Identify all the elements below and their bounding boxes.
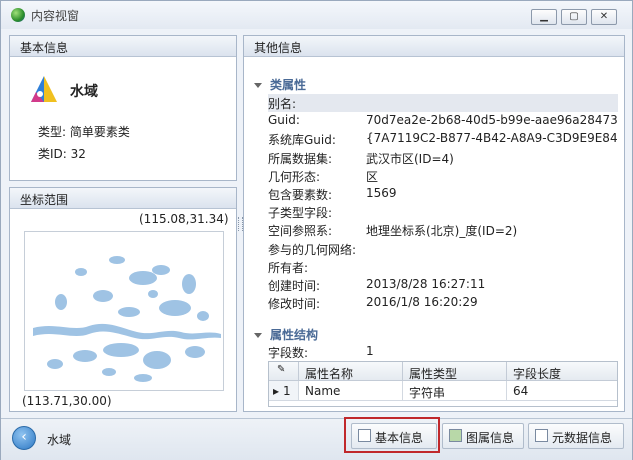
property-value: 武汉市区(ID=4)	[366, 151, 454, 166]
grid-header-length[interactable]: 字段长度	[507, 362, 617, 381]
restore-icon: ▢	[569, 11, 579, 22]
property-value: {7A7119C2-B877-4B42-A8A9-C3D9E9E84C...	[366, 131, 618, 146]
property-row[interactable]: 系统库Guid: {7A7119C2-B877-4B42-A8A9-C3D9E9E…	[268, 130, 618, 148]
property-value: 70d7ea2e-2b68-40d5-b99e-aae96a284733	[366, 113, 618, 128]
metadata-button-label: 元数据信息	[552, 431, 613, 445]
grid-cell-name[interactable]: Name	[299, 381, 403, 401]
property-row[interactable]: 参与的几何网络:	[268, 240, 618, 258]
grid-header-label: 字段长度	[513, 367, 562, 381]
extent-header: 坐标范围	[10, 188, 236, 209]
property-key: 子类型字段:	[268, 206, 333, 221]
property-row[interactable]: 所属数据集: 武汉市区(ID=4)	[268, 149, 618, 167]
property-row[interactable]: 所有者:	[268, 258, 618, 276]
extent-top-right: (115.08,31.34)	[139, 212, 229, 226]
content-window: 内容视窗 ▁ ▢ ✕ 基本信息 水域 类型: 简单要素类 类ID: 32 坐标范…	[0, 0, 633, 460]
grid-row-index: 1	[283, 384, 291, 398]
collapse-arrow-icon	[254, 333, 262, 338]
basic-info-panel: 基本信息 水域 类型: 简单要素类 类ID: 32	[9, 35, 237, 181]
property-row[interactable]: 几何形态: 区	[268, 167, 618, 185]
minimize-icon: ▁	[540, 11, 548, 22]
basic-info-header: 基本信息	[10, 36, 236, 57]
property-row[interactable]: 创建时间: 2013/8/28 16:27:11	[268, 276, 618, 294]
other-info-panel: 其他信息 类属性 别名: Guid: 70d7ea2e-2b68-40d5-b99e…	[243, 35, 625, 412]
property-value: 地理坐标系(北京)_度(ID=2)	[366, 224, 518, 239]
map-attribute-button[interactable]: 图属信息	[442, 423, 524, 449]
class-properties-section[interactable]: 类属性	[254, 76, 306, 93]
globe-icon	[11, 8, 25, 22]
property-key: Guid:	[268, 113, 300, 128]
class-properties-title: 类属性	[270, 78, 307, 92]
field-count-value: 1	[366, 344, 374, 358]
feature-class-name: 水域	[70, 84, 98, 100]
extent-panel: 坐标范围 (115.08,31.34) (113.71,30.00)	[9, 187, 237, 412]
back-button[interactable]: ‹	[12, 426, 36, 450]
grid-cell-text: 64	[513, 384, 529, 398]
feature-class-id: 类ID: 32	[38, 147, 86, 161]
close-icon: ✕	[599, 11, 609, 22]
active-button-highlight	[344, 417, 440, 453]
attribute-grid: ✎ 属性名称 属性类型 字段长度 ▸ 1 Name 字符串 64	[268, 361, 618, 407]
window-title: 内容视窗	[31, 9, 80, 23]
grid-cell-type[interactable]: 字符串	[403, 381, 507, 401]
pencil-icon: ✎	[277, 364, 286, 375]
feature-class-type: 类型: 简单要素类	[38, 125, 130, 139]
grid-cell-length[interactable]: 64	[507, 381, 617, 401]
extent-title: 坐标范围	[20, 193, 69, 207]
extent-map-preview	[24, 231, 224, 391]
map-image-icon	[449, 429, 462, 442]
property-value: 2016/1/8 16:20:29	[366, 295, 478, 310]
property-key: 几何形态:	[268, 169, 321, 184]
grid-header-label: 属性类型	[409, 367, 458, 381]
property-row[interactable]: 修改时间: 2016/1/8 16:20:29	[268, 294, 618, 312]
property-key: 修改时间:	[268, 297, 321, 312]
property-key: 所属数据集:	[268, 151, 333, 166]
property-key: 别名:	[268, 97, 297, 111]
current-item-label: 水域	[47, 433, 72, 447]
restore-button[interactable]: ▢	[561, 9, 587, 25]
grid-header-label: 属性名称	[305, 367, 354, 381]
property-row[interactable]: Guid: 70d7ea2e-2b68-40d5-b99e-aae96a28473…	[268, 112, 618, 130]
property-key: 参与的几何网络:	[268, 242, 357, 257]
collapse-arrow-icon	[254, 83, 262, 88]
property-row[interactable]: 空间参照系: 地理坐标系(北京)_度(ID=2)	[268, 221, 618, 239]
property-key: 创建时间:	[268, 279, 321, 293]
row-pointer-icon: ▸	[273, 384, 280, 398]
title-bar: 内容视窗 ▁ ▢ ✕	[1, 1, 632, 29]
map-attribute-button-label: 图属信息	[466, 431, 515, 445]
property-row[interactable]: 子类型字段:	[268, 203, 618, 221]
metadata-button[interactable]: 元数据信息	[528, 423, 624, 449]
property-key: 系统库Guid:	[268, 133, 336, 148]
basic-info-title: 基本信息	[20, 41, 69, 55]
property-value: 2013/8/28 16:27:11	[366, 277, 486, 291]
property-value: 区	[366, 169, 379, 184]
grid-header-type[interactable]: 属性类型	[403, 362, 507, 381]
property-key: 空间参照系:	[268, 224, 333, 239]
property-key: 包含要素数:	[268, 188, 333, 202]
status-bar: ‹ 水域 基本信息 图属信息 元数据信息	[1, 418, 632, 460]
property-key: 所有者:	[268, 260, 309, 275]
back-arrow-icon: ‹	[21, 429, 27, 445]
grid-cell-text: 字符串	[409, 386, 446, 400]
attribute-structure-section[interactable]: 属性结构	[254, 326, 318, 343]
property-value: 1569	[366, 186, 397, 200]
field-count-label: 字段数:	[268, 346, 309, 360]
grid-corner: ✎	[269, 362, 299, 381]
metadata-table-icon	[535, 429, 548, 442]
attribute-structure-title: 属性结构	[270, 328, 319, 342]
grid-row-indicator[interactable]: ▸ 1	[269, 381, 299, 401]
other-info-header: 其他信息	[244, 36, 624, 57]
close-button[interactable]: ✕	[591, 9, 617, 25]
grid-header-name[interactable]: 属性名称	[299, 362, 403, 381]
grid-cell-text: Name	[305, 384, 341, 398]
extent-bottom-left: (113.71,30.00)	[22, 394, 112, 408]
other-info-title: 其他信息	[254, 41, 303, 55]
property-row[interactable]: 别名:	[268, 94, 618, 112]
property-row[interactable]: 包含要素数: 1569	[268, 185, 618, 203]
feature-class-icon	[31, 76, 57, 102]
minimize-button[interactable]: ▁	[531, 9, 557, 25]
